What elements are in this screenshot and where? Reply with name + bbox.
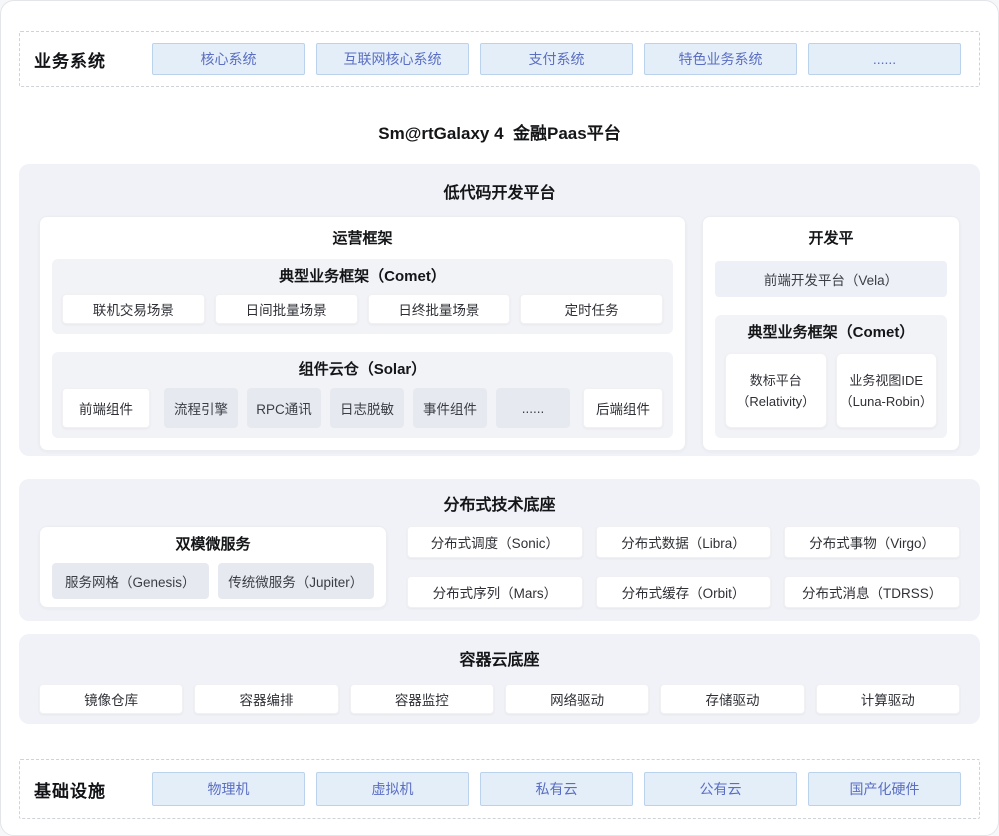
infra-item-domestic-hardware: 国产化硬件 <box>808 772 961 806</box>
infrastructure-items: 物理机 虚拟机 私有云 公有云 国产化硬件 <box>152 772 965 806</box>
distributed-base-section: 分布式技术底座 双模微服务 服务网格（Genesis） 传统微服务（Jupite… <box>19 479 980 621</box>
lowcode-panels: 运营框架 典型业务框架（Comet） 联机交易场景 日间批量场景 日终批量场景 … <box>39 216 960 451</box>
cc-item-monitoring: 容器监控 <box>350 684 494 714</box>
lowcode-platform-title: 低代码开发平台 <box>39 179 960 203</box>
lowcode-platform-section: 低代码开发平台 运营框架 典型业务框架（Comet） 联机交易场景 日间批量场景… <box>19 164 980 456</box>
dist-item-virgo: 分布式事物（Virgo） <box>784 526 960 558</box>
comet-item-online-trade: 联机交易场景 <box>62 294 205 324</box>
solar-subpanel: 组件云仓（Solar） 前端组件 流程引擎 RPC通讯 日志脱敏 事件组件 ..… <box>52 352 673 438</box>
dev-item-relativity-code: （Relativity） <box>736 391 815 412</box>
infrastructure-label: 基础设施 <box>34 777 152 802</box>
cc-item-orchestration: 容器编排 <box>194 684 338 714</box>
container-cloud-title: 容器云底座 <box>39 646 960 670</box>
infra-item-public-cloud: 公有云 <box>644 772 797 806</box>
infra-item-private-cloud: 私有云 <box>480 772 633 806</box>
solar-item-event-components: 事件组件 <box>413 388 487 428</box>
business-systems-row: 业务系统 核心系统 互联网核心系统 支付系统 特色业务系统 ...... <box>19 31 980 87</box>
dev-platform-title: 开发平 <box>715 229 947 249</box>
dual-mode-title: 双模微服务 <box>52 535 374 555</box>
solar-subpanel-title: 组件云仓（Solar） <box>62 360 663 380</box>
dist-item-sonic: 分布式调度（Sonic） <box>407 526 583 558</box>
operation-framework-title: 运营框架 <box>52 229 673 249</box>
dev-item-luna-robin: 业务视图IDE （Luna-Robin） <box>836 353 938 428</box>
business-system-core: 核心系统 <box>152 43 305 75</box>
vela-frontend-dev-platform: 前端开发平台（Vela） <box>715 261 947 297</box>
distributed-grid: 分布式调度（Sonic） 分布式数据（Libra） 分布式事物（Virgo） 分… <box>407 526 960 608</box>
dev-item-relativity: 数标平台 （Relativity） <box>725 353 827 428</box>
comet-subpanel: 典型业务框架（Comet） 联机交易场景 日间批量场景 日终批量场景 定时任务 <box>52 259 673 334</box>
operation-framework-panel: 运营框架 典型业务框架（Comet） 联机交易场景 日间批量场景 日终批量场景 … <box>39 216 686 451</box>
solar-item-rpc: RPC通讯 <box>247 388 321 428</box>
dev-item-luna-robin-name: 业务视图IDE <box>849 370 923 391</box>
distributed-content: 双模微服务 服务网格（Genesis） 传统微服务（Jupiter） 分布式调度… <box>39 526 960 608</box>
solar-item-more: ...... <box>496 388 570 428</box>
dual-item-genesis: 服务网格（Genesis） <box>52 563 209 599</box>
dev-comet-subpanel: 典型业务框架（Comet） 数标平台 （Relativity） 业务视图IDE … <box>715 315 947 438</box>
dist-item-mars: 分布式序列（Mars） <box>407 576 583 608</box>
comet-items: 联机交易场景 日间批量场景 日终批量场景 定时任务 <box>62 294 663 324</box>
business-system-internet-core: 互联网核心系统 <box>316 43 469 75</box>
comet-item-timer-task: 定时任务 <box>520 294 663 324</box>
dev-platform-panel: 开发平 前端开发平台（Vela） 典型业务框架（Comet） 数标平台 （Rel… <box>702 216 960 451</box>
business-system-special: 特色业务系统 <box>644 43 797 75</box>
cc-item-storage-driver: 存储驱动 <box>660 684 804 714</box>
dist-item-libra: 分布式数据（Libra） <box>596 526 772 558</box>
page-title: Sm@rtGalaxy 4 金融Paas平台 <box>19 119 980 143</box>
dev-comet-items: 数标平台 （Relativity） 业务视图IDE （Luna-Robin） <box>725 353 937 428</box>
architecture-diagram: 业务系统 核心系统 互联网核心系统 支付系统 特色业务系统 ...... Sm@… <box>0 0 999 836</box>
dual-mode-microservice-panel: 双模微服务 服务网格（Genesis） 传统微服务（Jupiter） <box>39 526 387 608</box>
dev-item-relativity-name: 数标平台 <box>750 370 802 391</box>
solar-item-backend-components: 后端组件 <box>583 388 663 428</box>
cc-item-compute-driver: 计算驱动 <box>816 684 960 714</box>
comet-item-day-batch: 日间批量场景 <box>215 294 358 324</box>
cc-item-image-registry: 镜像仓库 <box>39 684 183 714</box>
dev-item-luna-robin-code: （Luna-Robin） <box>840 391 933 412</box>
solar-items: 前端组件 流程引擎 RPC通讯 日志脱敏 事件组件 ...... 后端组件 <box>62 388 663 428</box>
solar-item-process-engine: 流程引擎 <box>164 388 238 428</box>
business-system-payment: 支付系统 <box>480 43 633 75</box>
container-cloud-items: 镜像仓库 容器编排 容器监控 网络驱动 存储驱动 计算驱动 <box>39 684 960 714</box>
cc-item-network-driver: 网络驱动 <box>505 684 649 714</box>
distributed-base-title: 分布式技术底座 <box>39 491 960 515</box>
solar-item-log-masking: 日志脱敏 <box>330 388 404 428</box>
comet-item-eod-batch: 日终批量场景 <box>368 294 511 324</box>
business-systems-items: 核心系统 互联网核心系统 支付系统 特色业务系统 ...... <box>152 43 965 75</box>
dual-mode-items: 服务网格（Genesis） 传统微服务（Jupiter） <box>52 563 374 599</box>
dual-item-jupiter: 传统微服务（Jupiter） <box>218 563 375 599</box>
container-cloud-section: 容器云底座 镜像仓库 容器编排 容器监控 网络驱动 存储驱动 计算驱动 <box>19 634 980 724</box>
dist-item-tdrss: 分布式消息（TDRSS） <box>784 576 960 608</box>
dist-item-orbit: 分布式缓存（Orbit） <box>596 576 772 608</box>
comet-subpanel-title: 典型业务框架（Comet） <box>62 267 663 287</box>
infra-item-virtual-machine: 虚拟机 <box>316 772 469 806</box>
dev-comet-subpanel-title: 典型业务框架（Comet） <box>725 323 937 343</box>
solar-item-frontend-components: 前端组件 <box>62 388 150 428</box>
infra-item-physical-machine: 物理机 <box>152 772 305 806</box>
business-systems-label: 业务系统 <box>34 47 152 72</box>
infrastructure-row: 基础设施 物理机 虚拟机 私有云 公有云 国产化硬件 <box>19 759 980 819</box>
business-system-more: ...... <box>808 43 961 75</box>
